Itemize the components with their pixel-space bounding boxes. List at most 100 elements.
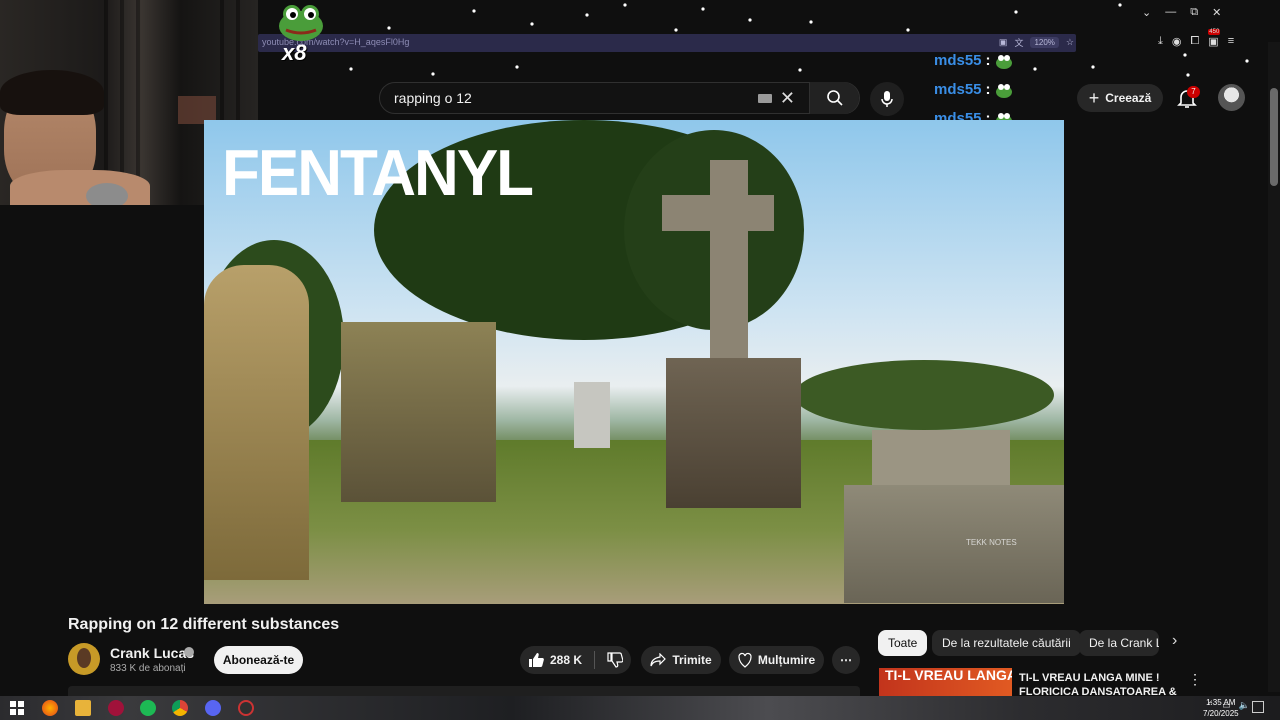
firefox-icon[interactable] [42,700,58,716]
menu-icon[interactable]: ≡ [1228,35,1234,48]
plus-icon: + [1088,87,1100,108]
restore-icon[interactable]: ⧉ [1190,6,1198,19]
more-vertical-icon[interactable]: ⋮ [1188,671,1202,688]
system-clock[interactable]: 1:35 AM 7/20/2025 [1203,697,1239,719]
windows-start-icon[interactable] [9,700,25,716]
star [472,9,476,13]
clear-search-icon[interactable]: ✕ [780,88,795,109]
window-controls: ⌄ — ⧉ ✕ [1142,6,1221,19]
discord-icon[interactable] [205,700,221,716]
chat-message: mds55: [934,52,1013,69]
file-explorer-icon[interactable] [75,700,91,716]
opera-icon[interactable] [108,700,124,716]
star [530,22,534,26]
download-icon[interactable]: ⤓ [1158,35,1163,48]
scrollbar-thumb[interactable] [1270,88,1278,186]
chevron-down-icon[interactable]: ⌄ [1142,6,1151,19]
bookmark-star-icon[interactable]: ☆ [1066,37,1074,48]
like-dislike-group: 288 K [520,646,631,674]
star [906,28,910,32]
microphone-icon [881,91,893,107]
search-box[interactable]: rapping o 12 ✕ [379,82,860,114]
chip-all[interactable]: Toate [878,630,928,656]
zoom-level[interactable]: 120% [1030,37,1059,48]
user-avatar[interactable] [1218,84,1245,111]
thanks-heart-icon [738,652,752,668]
star [809,20,813,24]
thumbs-up-icon[interactable] [528,652,544,668]
video-watermark: TEKK NOTES [966,538,1017,547]
chip-from-search[interactable]: De la rezultatele căutării [932,630,1081,656]
reader-icon[interactable]: ▣ [999,37,1008,48]
thanks-button[interactable]: Mulțumire [729,646,824,674]
address-bar[interactable]: youtube.com/watch?v=H_aqesFl0Hg [258,34,1076,52]
address-bar-icons: ▣ 文 120% ☆ [999,36,1074,49]
channel-avatar[interactable] [68,643,100,675]
recommendation-title[interactable]: TI-L VREAU LANGA MINE ! FLORICICA DANSAT… [1019,671,1179,699]
recommendation-thumbnail[interactable]: TI-L VREAU LANGA MINE [879,668,1012,696]
star [431,72,435,76]
extensions-icon[interactable]: ⧠ [1190,35,1199,48]
minimize-icon[interactable]: — [1165,6,1176,19]
chat-message: mds55: [934,81,1013,98]
voice-search-button[interactable] [870,82,904,116]
star [1186,73,1190,77]
search-button[interactable] [809,82,859,114]
chip-from-channel[interactable]: De la Crank Lu [1079,630,1159,656]
spotify-icon[interactable] [140,700,156,716]
thumbs-down-icon[interactable] [607,652,624,668]
chat-user: mds55 [934,81,982,98]
chevron-right-icon[interactable]: › [1172,632,1177,650]
browser-toolbar: ⤓ ◉ ⧠ ▣ 450 ≡ [1158,29,1234,48]
channel-name[interactable]: Crank Lucas [110,645,194,661]
star [1014,10,1018,14]
subscriber-count: 833 K de abonați [110,663,186,674]
star [1245,59,1249,63]
translate-icon[interactable]: 文 [1014,36,1023,49]
pepe-emote-icon [279,5,323,41]
volume-icon[interactable]: 🔈 [1239,700,1250,711]
obs-icon[interactable] [238,700,254,716]
like-count[interactable]: 288 K [550,653,582,667]
star [798,68,802,72]
search-input[interactable]: rapping o 12 [394,90,758,106]
thumbnail-text: TI-L VREAU LANGA MINE [885,668,1012,683]
star [349,67,353,71]
verified-icon [184,647,194,657]
extension-badge[interactable]: ▣ 450 [1208,29,1221,48]
video-title: Rapping on 12 different substances [68,616,340,633]
chrome-icon[interactable] [172,700,188,716]
share-button[interactable]: Trimite [641,646,721,674]
notification-center-icon[interactable] [1252,701,1264,713]
share-icon [650,653,667,667]
taskbar [0,696,1280,720]
star [674,28,678,32]
star [1118,3,1122,7]
chat-user: mds55 [934,52,982,69]
create-button[interactable]: + Creează [1077,84,1163,112]
star [1091,65,1095,69]
streamer-hair [0,70,104,115]
microphone [86,183,128,205]
more-actions-button[interactable]: ⋯ [832,646,860,674]
star [585,13,589,17]
close-icon[interactable]: ✕ [1212,6,1221,19]
star [748,18,752,22]
search-icon [826,90,843,106]
subscribe-button[interactable]: Abonează-te [214,646,303,674]
star [387,26,391,30]
pepe-emote-icon [995,83,1012,98]
keyboard-icon[interactable] [757,93,772,103]
star [1183,53,1187,57]
video-overlay-text: FENTANYL [222,137,534,210]
star [701,7,705,11]
emote-count: x8 [282,40,307,65]
star [623,3,627,7]
more-horizontal-icon: ⋯ [840,653,852,667]
pepe-emote-icon [995,54,1012,69]
notifications-count: 7 [1187,86,1200,98]
star [1033,67,1037,71]
star [515,65,519,69]
account-icon[interactable]: ◉ [1172,35,1182,48]
description-box[interactable] [68,686,860,696]
